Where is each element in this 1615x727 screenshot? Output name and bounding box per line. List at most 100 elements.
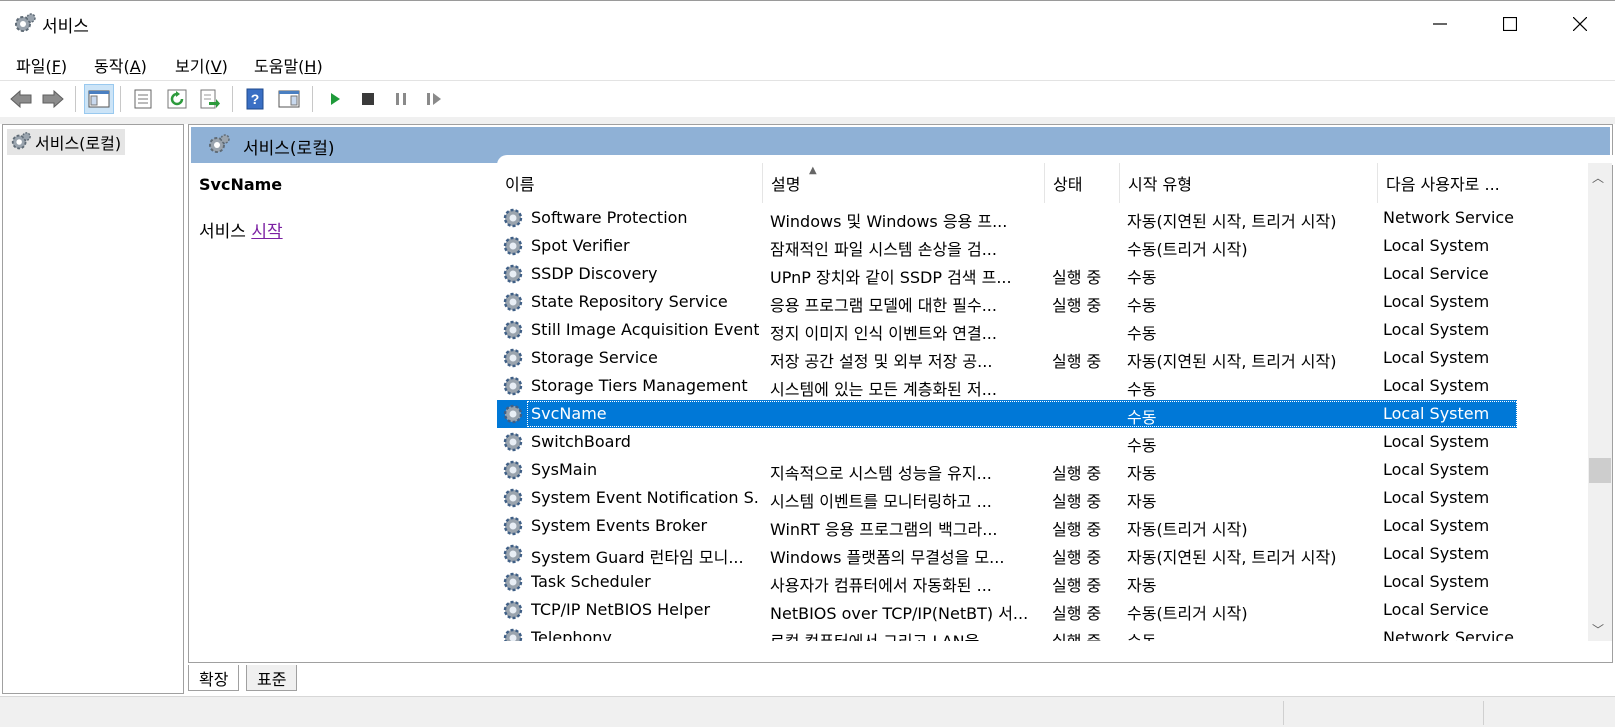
vertical-scrollbar[interactable]: ︿ ﹀	[1588, 163, 1612, 641]
scrollbar-thumb[interactable]	[1589, 458, 1611, 483]
service-description: NetBIOS over TCP/IP(NetBT) 서...	[770, 604, 1029, 623]
table-row[interactable]: Still Image Acquisition Events 정지 이미지 인식 …	[497, 316, 1517, 344]
service-name: Storage Tiers Management	[531, 376, 748, 395]
service-name: System Guard 런타임 모니...	[531, 548, 744, 567]
maximize-button[interactable]	[1475, 1, 1545, 47]
column-header-startup-type[interactable]: 시작 유형	[1119, 163, 1377, 203]
title-bar: 서비스	[0, 0, 1615, 47]
pause-icon	[396, 93, 406, 105]
table-row[interactable]: SwitchBoard 수동 Local System	[497, 428, 1517, 456]
pane-header-title: 서비스(로컬)	[243, 139, 335, 159]
table-row[interactable]: SSDP Discovery UPnP 장치와 같이 SSDP 검색 프... 실행…	[497, 260, 1517, 288]
show-action-pane-button[interactable]	[274, 84, 304, 114]
stop-service-button[interactable]	[353, 84, 383, 114]
arrow-left-icon	[10, 89, 32, 109]
column-header-logon-as[interactable]: 다음 사용자로 ...	[1377, 163, 1522, 203]
service-startup-type: 자동(지연된 시작, 트리거 시작)	[1127, 352, 1337, 371]
table-row[interactable]: System Event Notification S... 시스템 이벤트를 모…	[497, 484, 1517, 512]
service-gear-icon	[503, 208, 523, 228]
properties-icon	[134, 89, 152, 109]
service-name: Still Image Acquisition Events	[531, 320, 759, 339]
refresh-button[interactable]	[162, 84, 192, 114]
service-gear-icon	[503, 600, 523, 620]
service-status: 실행 중	[1052, 492, 1102, 511]
menu-help[interactable]: 도움말(H)	[254, 53, 323, 77]
stop-icon	[362, 93, 374, 105]
export-list-button[interactable]	[195, 84, 225, 114]
service-logon-as: Local System	[1383, 460, 1490, 479]
start-service-link[interactable]: 시작	[251, 222, 282, 242]
tree-item-services-local[interactable]: 서비스(로컬)	[7, 129, 126, 155]
column-header-description[interactable]: 설명	[762, 163, 1044, 203]
table-row[interactable]: Storage Tiers Management 시스템에 있는 모든 계층화된 …	[497, 372, 1517, 400]
service-gear-icon	[503, 572, 523, 592]
restart-icon	[427, 93, 441, 105]
services-gear-icon	[209, 134, 230, 153]
tab-extended[interactable]: 확장	[188, 665, 240, 691]
service-gear-icon	[503, 292, 523, 312]
table-row[interactable]: Storage Service 저장 공간 설정 및 외부 저장 공... 실행 중…	[497, 344, 1517, 372]
start-service-button[interactable]	[320, 84, 350, 114]
table-row[interactable]: Spot Verifier 잠재적인 파일 시스템 손상을 검... 수동(트리거 …	[497, 232, 1517, 260]
service-status: 실행 중	[1052, 296, 1102, 315]
arrow-right-icon	[42, 89, 64, 109]
table-row[interactable]: System Events Broker WinRT 응용 프로그램의 백그라..…	[497, 512, 1517, 540]
back-button[interactable]	[6, 84, 36, 114]
service-startup-type: 자동(지연된 시작, 트리거 시작)	[1127, 212, 1337, 231]
service-gear-icon	[503, 516, 523, 536]
menu-view[interactable]: 보기(V)	[175, 53, 228, 77]
service-name: SysMain	[531, 460, 598, 479]
service-name: Task Scheduler	[531, 572, 651, 591]
service-description: 로컬 컴퓨터에서 그리고 LAN을 ...	[770, 628, 1040, 641]
service-action-text: 서비스 시작	[199, 222, 283, 242]
service-gear-icon	[503, 488, 523, 508]
forward-button[interactable]	[38, 84, 68, 114]
window-title: 서비스	[42, 17, 89, 37]
pause-service-button[interactable]	[386, 84, 416, 114]
service-description: UPnP 장치와 같이 SSDP 검색 프...	[770, 268, 1012, 287]
menu-file[interactable]: 파일(F)	[16, 53, 67, 77]
properties-button[interactable]	[128, 84, 158, 114]
service-logon-as: Local Service	[1383, 600, 1489, 619]
column-header-status[interactable]: 상태	[1044, 163, 1119, 203]
scroll-down-icon[interactable]: ﹀	[1592, 621, 1604, 638]
toolbar: ?	[0, 81, 1615, 117]
table-row[interactable]: TCP/IP NetBIOS Helper NetBIOS over TCP/IP…	[497, 596, 1517, 624]
table-row[interactable]: SvcName 수동 Local System	[497, 400, 1517, 428]
service-description: Windows 및 Windows 응용 프...	[770, 212, 1008, 231]
menu-action[interactable]: 동작(A)	[94, 53, 147, 77]
service-logon-as: Local System	[1383, 544, 1490, 563]
export-icon	[200, 89, 220, 109]
service-status: 실행 중	[1052, 604, 1102, 623]
service-name: Telephony	[531, 628, 612, 641]
service-logon-as: Local System	[1383, 488, 1490, 507]
minimize-button[interactable]	[1405, 1, 1475, 47]
scroll-up-icon[interactable]: ︿	[1592, 169, 1604, 186]
restart-service-button[interactable]	[419, 84, 449, 114]
service-description: 정지 이미지 인식 이벤트와 연결...	[770, 324, 997, 343]
table-row[interactable]: Telephony 로컬 컴퓨터에서 그리고 LAN을 ... 실행 중 수동 Netw…	[497, 624, 1517, 641]
table-row[interactable]: SysMain 지속적으로 시스템 성능을 유지... 실행 중 자동 Local Sy…	[497, 456, 1517, 484]
service-description: Windows 플랫폼의 무결성을 모...	[770, 548, 1005, 567]
service-startup-type: 수동	[1127, 436, 1157, 455]
help-button[interactable]: ?	[240, 84, 270, 114]
action-pane-icon	[278, 90, 300, 108]
close-button[interactable]	[1545, 1, 1615, 47]
service-startup-type: 자동	[1127, 492, 1157, 511]
service-gear-icon	[503, 460, 523, 480]
service-description: 지속적으로 시스템 성능을 유지...	[770, 464, 992, 483]
tab-standard[interactable]: 표준	[246, 665, 298, 691]
service-name: Spot Verifier	[531, 236, 630, 255]
service-description: 저장 공간 설정 및 외부 저장 공...	[770, 352, 993, 371]
column-header-name[interactable]: 이름	[497, 163, 762, 203]
selected-service-name: SvcName	[199, 175, 283, 194]
service-description: 사용자가 컴퓨터에서 자동화된 ...	[770, 576, 992, 595]
table-row[interactable]: Task Scheduler 사용자가 컴퓨터에서 자동화된 ... 실행 중 자동 L…	[497, 568, 1517, 596]
table-row[interactable]: System Guard 런타임 모니... Windows 플랫폼의 무결성을 …	[497, 540, 1517, 568]
table-header: 이름 설명 상태 시작 유형 다음 사용자로 ...	[497, 163, 1567, 203]
show-hide-console-tree-button[interactable]	[84, 84, 114, 114]
service-logon-as: Local System	[1383, 348, 1490, 367]
table-row[interactable]: Software Protection Windows 및 Windows 응용 …	[497, 204, 1517, 232]
table-row[interactable]: State Repository Service 응용 프로그램 모델에 대한 필…	[497, 288, 1517, 316]
service-logon-as: Local System	[1383, 292, 1490, 311]
